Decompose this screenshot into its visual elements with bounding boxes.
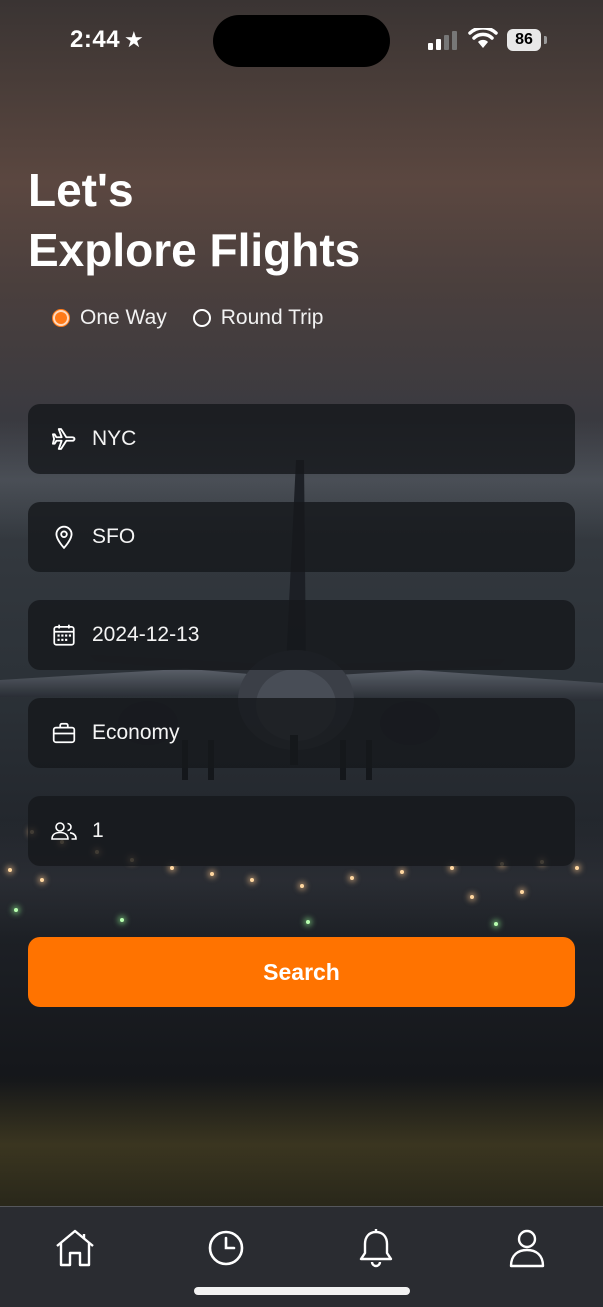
home-indicator[interactable] (194, 1287, 410, 1295)
profile-icon (509, 1229, 545, 1268)
location-pin-icon (50, 523, 78, 551)
radio-one-way-label: One Way (80, 306, 167, 329)
wifi-icon (468, 28, 498, 48)
clock-icon (208, 1230, 244, 1266)
briefcase-icon (50, 719, 78, 747)
cabin-class-value: Economy (92, 721, 180, 744)
radio-one-way[interactable]: One Way (52, 306, 167, 330)
tab-notifications[interactable] (355, 1227, 397, 1269)
search-button[interactable]: Search (28, 937, 575, 1007)
battery-indicator: 86 (507, 29, 541, 51)
status-time: 2:44 ★ (70, 26, 145, 53)
origin-field[interactable]: NYC (28, 404, 575, 474)
calendar-icon (50, 621, 78, 649)
bell-icon (359, 1229, 393, 1268)
battery-tip (544, 36, 547, 44)
people-icon (50, 817, 78, 845)
status-bar: 2:44 ★ 86 (0, 0, 603, 84)
plane-icon (50, 425, 78, 453)
radio-round-trip[interactable]: Round Trip (192, 306, 324, 330)
radio-selected-icon[interactable] (52, 309, 70, 327)
passengers-field[interactable]: 1 (28, 796, 575, 866)
destination-value: SFO (92, 525, 136, 548)
title-line-1: Let's (28, 164, 134, 216)
date-field[interactable]: 2024-12-13 (28, 600, 575, 670)
trip-type-selector: One Way Round Trip (52, 306, 349, 330)
radio-round-trip-label: Round Trip (220, 306, 324, 329)
cellular-signal-icon (428, 31, 457, 50)
origin-value: NYC (92, 427, 137, 450)
page-title: Let's Explore Flights (28, 160, 360, 280)
radio-unselected-icon[interactable] (192, 309, 211, 327)
title-line-2: Explore Flights (28, 224, 361, 276)
passengers-value: 1 (92, 819, 104, 842)
date-value: 2024-12-13 (92, 623, 200, 646)
home-icon (56, 1229, 94, 1267)
cabin-class-field[interactable]: Economy (28, 698, 575, 768)
tab-history[interactable] (205, 1227, 247, 1269)
destination-field[interactable]: SFO (28, 502, 575, 572)
tab-profile[interactable] (506, 1227, 548, 1269)
dynamic-island (213, 15, 390, 67)
star-icon: ★ (124, 27, 145, 52)
tab-home[interactable] (54, 1227, 96, 1269)
